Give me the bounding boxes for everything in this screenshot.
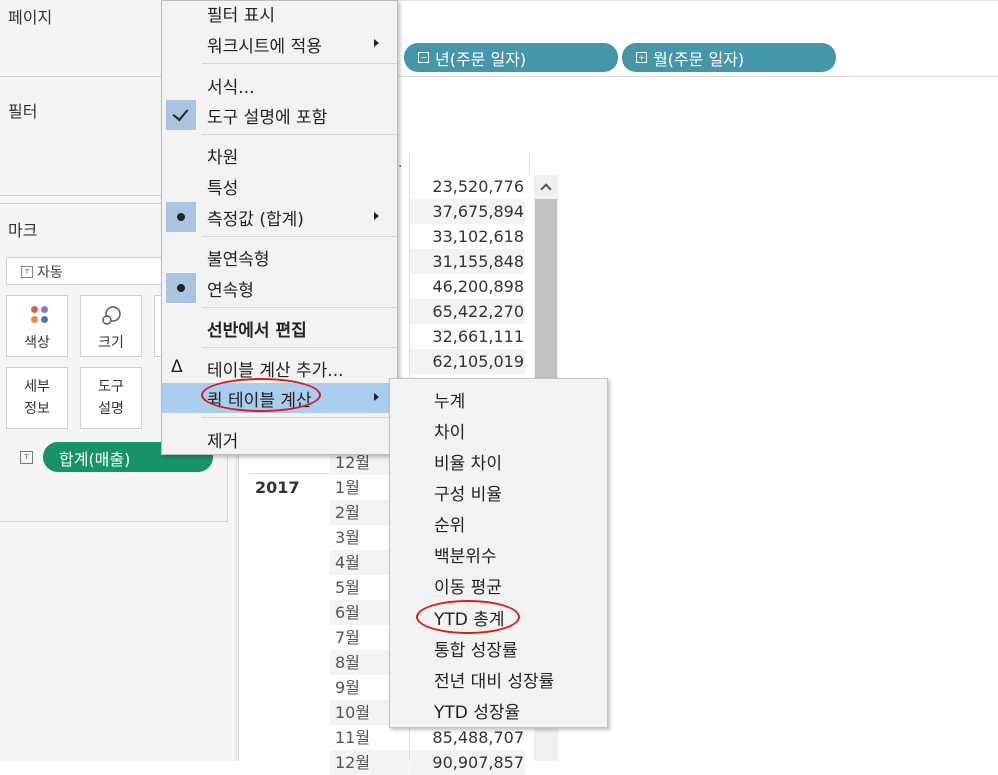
menu-item-label: 서식... bbox=[207, 78, 255, 98]
size-mark-button[interactable]: 크기 bbox=[80, 295, 142, 357]
marks-type-value: 자동 bbox=[37, 265, 63, 281]
submenu-item-percent-of-total[interactable]: 구성 비율 bbox=[434, 480, 502, 505]
submenu-arrow-icon bbox=[374, 39, 379, 47]
column-header: . bbox=[398, 155, 403, 171]
radio-bullet-icon bbox=[177, 213, 185, 221]
value-cell: 37,675,894 bbox=[410, 199, 525, 224]
menu-item-label: 제거 bbox=[207, 432, 239, 452]
menu-item-measure[interactable]: 측정값 (합계) bbox=[162, 202, 397, 232]
detail-label-line1: 세부 bbox=[24, 379, 50, 395]
expand-icon[interactable]: + bbox=[636, 52, 647, 63]
menu-item-include-tooltip[interactable]: 도구 설명에 포함 bbox=[162, 100, 397, 130]
radio-bullet-icon bbox=[177, 284, 185, 292]
menu-item-discrete[interactable]: 불연속형 bbox=[162, 242, 397, 272]
submenu-item-percentile[interactable]: 백분위수 bbox=[434, 542, 497, 567]
submenu-item-rank[interactable]: 순위 bbox=[434, 511, 465, 536]
menu-divider bbox=[202, 307, 397, 308]
menu-item-edit-shelf[interactable]: 선반에서 편집 bbox=[162, 313, 397, 343]
value-cell: 23,520,776 bbox=[432, 177, 524, 196]
menu-item-continuous[interactable]: 연속형 bbox=[162, 273, 397, 303]
pill-label: 월(주문 일자) bbox=[653, 50, 745, 69]
pill-label: 년(주문 일자) bbox=[435, 50, 527, 69]
menu-gutter bbox=[166, 273, 196, 303]
color-label: 색상 bbox=[24, 335, 50, 351]
filters-label: 필터 bbox=[8, 102, 38, 121]
year-order-date-pill[interactable]: − 년(주문 일자) bbox=[404, 43, 618, 72]
menu-item-label: 연속형 bbox=[207, 281, 254, 301]
mark-type-icon: T bbox=[21, 266, 33, 278]
menu-divider bbox=[202, 63, 397, 64]
detail-mark-button[interactable]: 세부 정보 bbox=[6, 367, 68, 429]
month-order-date-pill[interactable]: + 월(주문 일자) bbox=[622, 43, 836, 72]
annotation-ellipse bbox=[416, 600, 520, 634]
menu-item-show-filter[interactable]: 필터 표시 bbox=[162, 0, 397, 28]
shelf-border bbox=[398, 0, 998, 1]
text-mark-icon: T bbox=[20, 451, 33, 464]
scroll-up-icon[interactable] bbox=[534, 175, 558, 199]
menu-item-remove[interactable]: 제거 bbox=[162, 424, 397, 454]
annotation-ellipse bbox=[201, 378, 321, 412]
value-cell: 85,488,707 bbox=[432, 728, 524, 747]
delta-icon: Δ bbox=[171, 357, 183, 377]
menu-item-dimension[interactable]: 차원 bbox=[162, 140, 397, 170]
tooltip-mark-button[interactable]: 도구 설명 bbox=[80, 367, 142, 429]
pages-label: 페이지 bbox=[8, 8, 53, 27]
submenu-item-percent-difference[interactable]: 비율 차이 bbox=[434, 449, 502, 474]
value-cell: 31,155,848 bbox=[410, 249, 525, 274]
color-icon bbox=[31, 306, 49, 324]
menu-item-label: 테이블 계산 추가... bbox=[207, 361, 344, 381]
grid-line bbox=[236, 440, 237, 761]
menu-item-label: 차원 bbox=[207, 148, 239, 168]
tooltip-label-line2: 설명 bbox=[98, 401, 124, 417]
menu-item-label: 불연속형 bbox=[207, 250, 270, 270]
menu-item-label: 특성 bbox=[207, 179, 239, 199]
value-cell: 90,907,857 bbox=[410, 750, 525, 775]
menu-item-apply-worksheets[interactable]: 워크시트에 적용 bbox=[162, 29, 397, 59]
menu-divider bbox=[202, 417, 397, 418]
value-cell: 46,200,898 bbox=[432, 277, 524, 296]
color-mark-button[interactable]: 색상 bbox=[6, 295, 68, 357]
measure-pill-label: 합계(매출) bbox=[59, 450, 131, 469]
menu-item-label: 선반에서 편집 bbox=[207, 321, 307, 341]
menu-divider bbox=[202, 236, 397, 237]
value-cell: 65,422,270 bbox=[410, 299, 525, 324]
submenu-item-ytd-growth[interactable]: YTD 성장율 bbox=[434, 698, 520, 723]
menu-item-label: 측정값 (합계) bbox=[207, 210, 304, 230]
quick-table-calc-submenu: 누계 차이 비율 차이 구성 비율 순위 백분위수 이동 평균 YTD 총계 통… bbox=[389, 378, 608, 728]
value-cell: 32,661,111 bbox=[432, 327, 524, 346]
size-icon bbox=[102, 306, 121, 325]
marks-label: 마크 bbox=[8, 221, 38, 240]
month-cell: 12월 bbox=[330, 750, 409, 775]
value-cell: 33,102,618 bbox=[432, 227, 524, 246]
collapse-icon[interactable]: − bbox=[418, 52, 429, 63]
check-icon bbox=[172, 104, 189, 122]
submenu-arrow-icon bbox=[374, 212, 379, 220]
tooltip-label-line1: 도구 bbox=[98, 379, 124, 395]
menu-gutter bbox=[166, 100, 196, 130]
menu-divider bbox=[202, 134, 397, 135]
detail-label-line2: 정보 bbox=[24, 401, 50, 417]
menu-item-label: 도구 설명에 포함 bbox=[207, 108, 328, 128]
value-cell: 62,105,019 bbox=[410, 349, 525, 374]
menu-item-attribute[interactable]: 특성 bbox=[162, 171, 397, 201]
submenu-item-running-total[interactable]: 누계 bbox=[434, 387, 465, 412]
menu-gutter bbox=[166, 202, 196, 232]
marks-type-dropdown[interactable]: T 자동 bbox=[6, 257, 166, 285]
submenu-item-moving-average[interactable]: 이동 평균 bbox=[434, 573, 502, 598]
submenu-item-difference[interactable]: 차이 bbox=[434, 418, 465, 443]
menu-divider bbox=[202, 347, 397, 348]
menu-item-format[interactable]: 서식... bbox=[162, 70, 397, 100]
scrollbar-thumb[interactable] bbox=[535, 199, 557, 389]
year-label: 2017 bbox=[255, 478, 300, 497]
month-cell: 11월 bbox=[335, 728, 371, 747]
submenu-item-yoy-growth[interactable]: 전년 대비 성장률 bbox=[434, 667, 554, 692]
submenu-arrow-icon bbox=[374, 393, 379, 401]
grid-line bbox=[529, 155, 530, 175]
size-label: 크기 bbox=[98, 335, 124, 351]
divider bbox=[0, 521, 228, 522]
menu-item-label: 필터 표시 bbox=[207, 6, 275, 26]
submenu-item-compound-growth[interactable]: 통합 성장률 bbox=[434, 636, 518, 661]
menu-item-label: 워크시트에 적용 bbox=[207, 37, 322, 57]
